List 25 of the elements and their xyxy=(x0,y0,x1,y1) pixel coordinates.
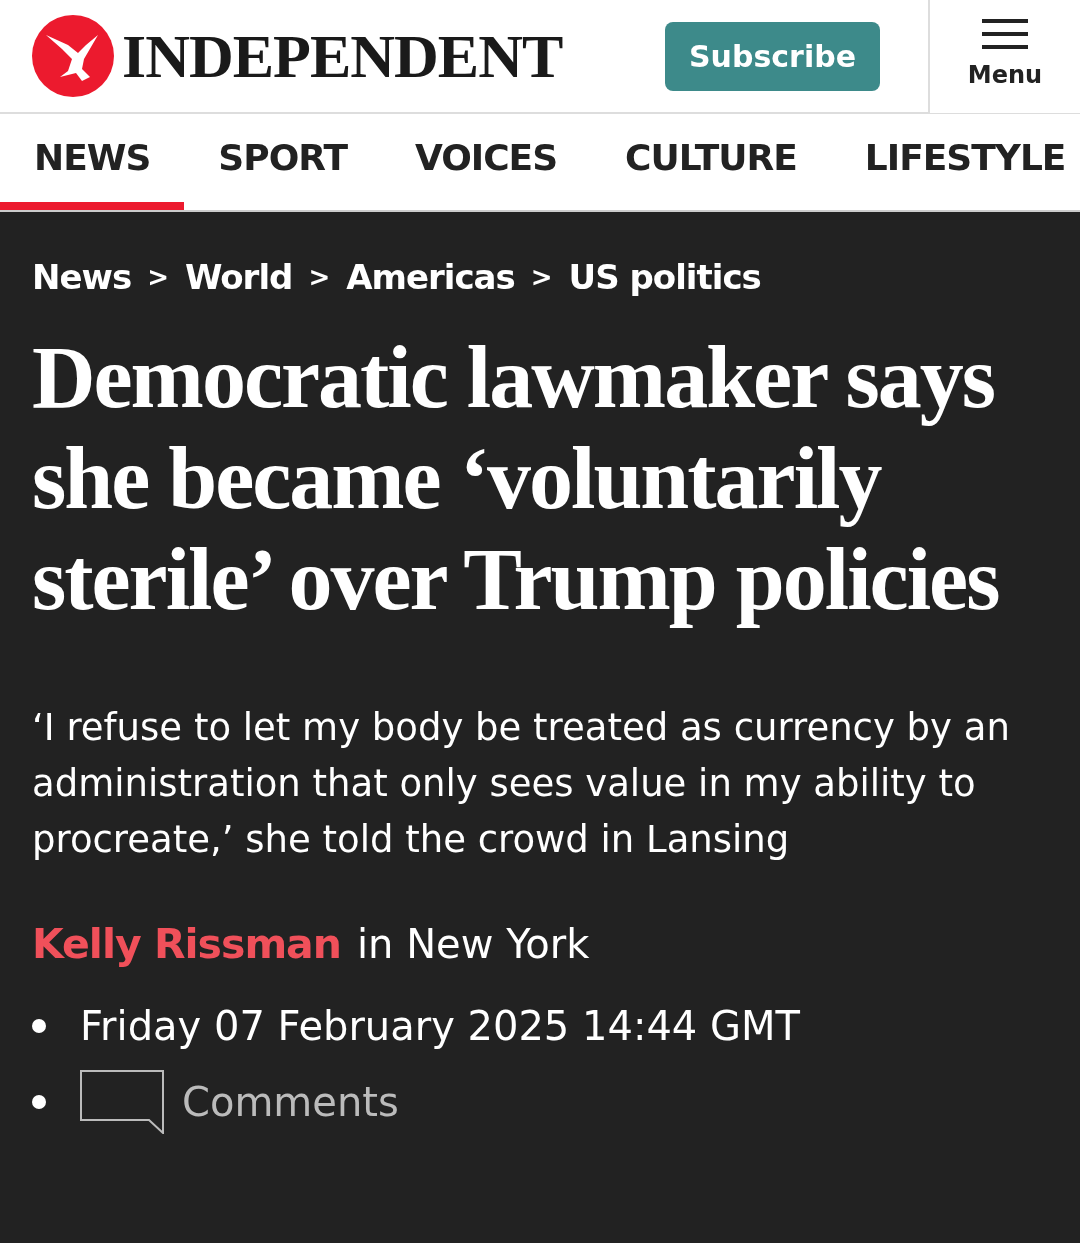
publish-date: Friday 07 February 2025 14:44 GMT xyxy=(80,1001,800,1051)
nav-tab[interactable]: LIFESTYLE xyxy=(830,114,1080,210)
standfirst: ‘I refuse to let my body be treated as currency by an administration that only sees value in my ability to procreate,’ she told the crowd in Lansing xyxy=(32,705,1011,863)
nav-tab[interactable]: VOICES xyxy=(380,114,592,210)
breadcrumb-link[interactable]: US politics xyxy=(568,252,761,303)
breadcrumb-link[interactable]: World xyxy=(184,252,293,303)
breadcrumb-separator: > xyxy=(147,261,169,294)
nav-tab[interactable]: NEWS xyxy=(0,114,185,210)
breadcrumb-separator: > xyxy=(308,261,331,294)
nav-tab[interactable]: SPORT xyxy=(184,114,381,210)
bullet-icon xyxy=(32,1018,46,1033)
logo-wordmark[interactable]: INDEPENDENT xyxy=(122,25,563,87)
menu-icon xyxy=(982,19,1028,49)
breadcrumb-separator: > xyxy=(530,261,553,294)
menu-button[interactable]: Menu xyxy=(928,0,1080,113)
nav-tab[interactable]: CULTURE xyxy=(591,114,831,210)
byline-location: in New York xyxy=(357,920,590,969)
comment-icon xyxy=(80,1069,166,1134)
subscribe-button[interactable]: Subscribe xyxy=(665,21,880,91)
headline: Democratic lawmaker says she became ‘voluntarily sterile’ over Trump policies xyxy=(32,328,1000,630)
breadcrumb-link[interactable]: News xyxy=(32,252,132,303)
bullet-icon xyxy=(32,1094,46,1109)
author-link[interactable]: Kelly Rissman xyxy=(32,914,341,976)
comments-link[interactable]: Comments xyxy=(182,1071,399,1132)
breadcrumb-link[interactable]: Americas xyxy=(346,252,515,303)
